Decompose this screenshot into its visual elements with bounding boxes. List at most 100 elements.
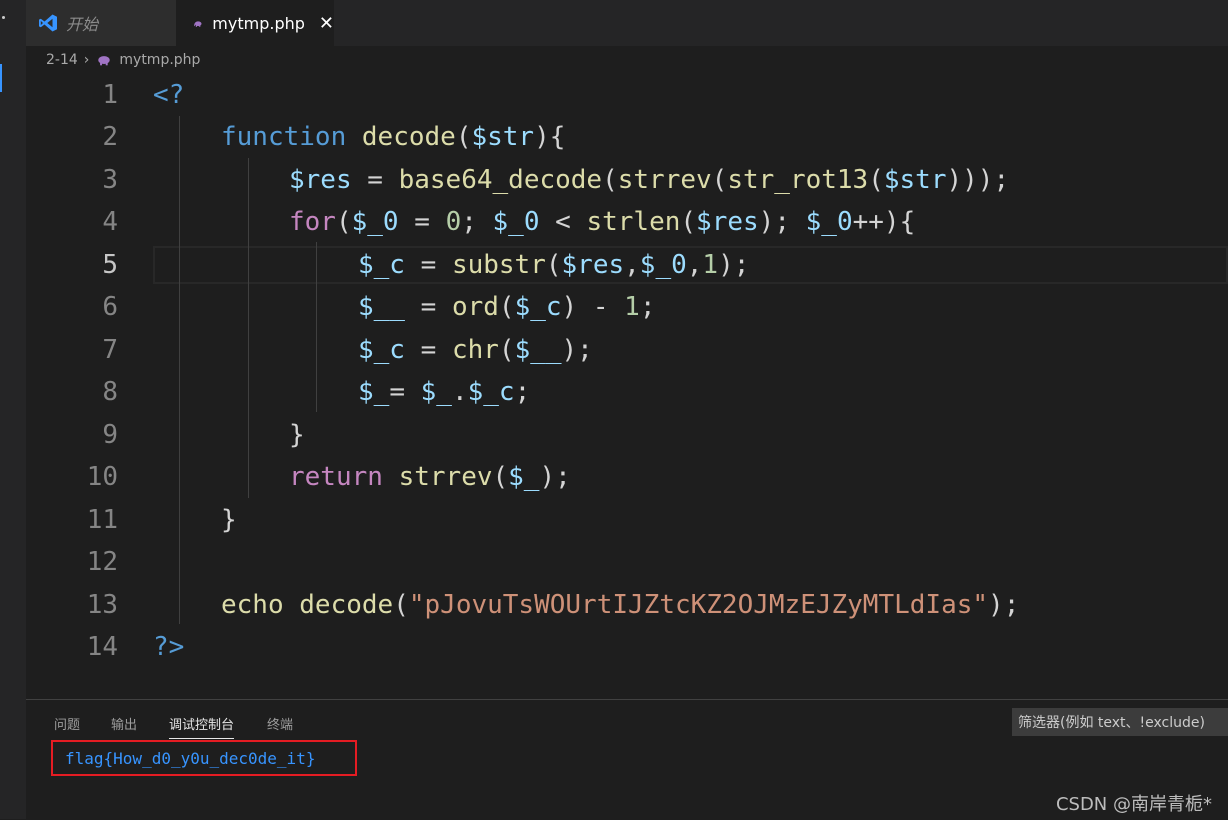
- punct: (: [335, 207, 352, 237]
- variable: $_0: [351, 207, 399, 237]
- punct: }: [221, 505, 237, 535]
- number: 0: [445, 207, 462, 237]
- variable: $__: [358, 292, 405, 322]
- code-line: 14 ?>: [26, 626, 1228, 668]
- punct: (: [711, 165, 728, 195]
- function-call: strrev: [617, 165, 712, 195]
- variable: $str: [883, 165, 947, 195]
- code-line: 12: [26, 541, 1228, 583]
- punct: (: [680, 207, 697, 237]
- punct: );: [988, 590, 1020, 620]
- keyword-function: function: [221, 122, 347, 152]
- vscode-icon: [39, 14, 57, 32]
- code-line: 8 $_= $_.$_c;: [26, 371, 1228, 413]
- close-icon[interactable]: ✕: [319, 14, 334, 33]
- operator: .: [451, 377, 468, 407]
- variable: $res: [561, 250, 625, 280]
- line-number: 12: [86, 547, 118, 577]
- php-open-tag: <?: [153, 80, 185, 110]
- punct: );: [758, 207, 806, 237]
- breadcrumb-folder[interactable]: 2-14: [46, 52, 78, 68]
- line-number: 14: [86, 632, 118, 662]
- function-call: str_rot13: [727, 165, 869, 195]
- console-output-line: flag{How_d0_y0u_dec0de_it}: [51, 740, 357, 776]
- function-call: chr: [451, 335, 499, 365]
- variable: $res: [289, 165, 352, 195]
- function-call: base64_decode: [398, 165, 603, 195]
- code-line: 9 }: [26, 414, 1228, 456]
- line-number: 7: [102, 335, 118, 365]
- breadcrumb-file[interactable]: mytmp.php: [119, 52, 200, 68]
- filter-input[interactable]: 筛选器(例如 text、!exclude): [1012, 708, 1228, 736]
- punct: (: [545, 250, 562, 280]
- line-number: 6: [102, 292, 118, 322]
- operator: ) -: [561, 292, 625, 322]
- punct: ;: [514, 377, 531, 407]
- line-number: 13: [86, 590, 118, 620]
- tab-mytmp-label: mytmp.php: [212, 14, 305, 33]
- variable: $res: [696, 207, 759, 237]
- function-call: strrev: [398, 462, 493, 492]
- tab-problems[interactable]: 问题: [54, 714, 80, 733]
- operator: =: [351, 165, 399, 195]
- punct: );: [561, 335, 593, 365]
- keyword-for: for: [289, 207, 336, 237]
- code-line-current: 5 $_c = substr($res,$_0,1);: [26, 244, 1228, 286]
- code-line: 3 $res = base64_decode(strrev(str_rot13(…: [26, 159, 1228, 201]
- punct: ++){: [852, 207, 916, 237]
- punct: (: [492, 462, 509, 492]
- operator: <: [539, 207, 587, 237]
- tab-start[interactable]: 开始: [26, 0, 176, 46]
- line-number: 11: [86, 505, 118, 535]
- tab-terminal[interactable]: 终端: [267, 714, 293, 733]
- more-icon[interactable]: [2, 16, 5, 19]
- punct: ;: [639, 292, 656, 322]
- punct: }: [289, 420, 305, 450]
- punct: (: [455, 122, 472, 152]
- punct: (: [498, 292, 515, 322]
- punct: );: [718, 250, 750, 280]
- breadcrumb: 2-14 › mytmp.php: [26, 46, 200, 74]
- line-number: 1: [102, 80, 118, 110]
- function-call: substr: [451, 250, 546, 280]
- tab-mytmp-php[interactable]: mytmp.php ✕: [176, 0, 334, 46]
- operator: =: [404, 335, 452, 365]
- punct: ,: [686, 250, 703, 280]
- code-line: 10 return strrev($_);: [26, 456, 1228, 498]
- operator: =: [389, 377, 421, 407]
- code-line: 11 }: [26, 499, 1228, 541]
- code-line: 13 echo decode("pJovuTsWOUrtIJZtcKZ2OJMz…: [26, 584, 1228, 626]
- php-elephant-icon: [98, 55, 111, 65]
- variable: $_: [358, 377, 390, 407]
- variable: $__: [514, 335, 562, 365]
- activity-bar: [0, 0, 26, 819]
- function-call: strlen: [586, 207, 681, 237]
- param: $str: [471, 122, 535, 152]
- tab-debug-console[interactable]: 调试控制台: [169, 714, 235, 739]
- line-number: 4: [102, 207, 118, 237]
- punct: ;: [461, 207, 493, 237]
- function-call: ord: [451, 292, 499, 322]
- variable: $_0: [639, 250, 687, 280]
- variable: $_0: [492, 207, 540, 237]
- php-elephant-icon: [194, 20, 202, 27]
- code-editor[interactable]: 1 <? 2 function decode($str){ 3 $res = b…: [26, 74, 1228, 698]
- php-close-tag: ?>: [153, 632, 185, 662]
- punct: (: [393, 590, 409, 620]
- number: 1: [702, 250, 719, 280]
- code-line: 2 function decode($str){: [26, 116, 1228, 158]
- variable: $_0: [805, 207, 853, 237]
- tab-start-label: 开始: [66, 15, 99, 34]
- variable: $_c: [467, 377, 515, 407]
- tab-output[interactable]: 输出: [111, 714, 137, 733]
- chevron-right-icon: ›: [83, 52, 90, 68]
- operator: =: [398, 207, 446, 237]
- code-line: 1 <?: [26, 74, 1228, 116]
- punct: )));: [946, 165, 1010, 195]
- bottom-panel: 问题 输出 调试控制台 终端 筛选器(例如 text、!exclude) fla…: [26, 699, 1228, 820]
- function-call: decode: [299, 590, 394, 620]
- variable: $_: [420, 377, 452, 407]
- line-number: 2: [102, 122, 118, 152]
- string-literal: "pJovuTsWOUrtIJZtcKZ2OJMzEJZyMTLdIas": [408, 590, 989, 620]
- keyword-return: return: [289, 462, 383, 492]
